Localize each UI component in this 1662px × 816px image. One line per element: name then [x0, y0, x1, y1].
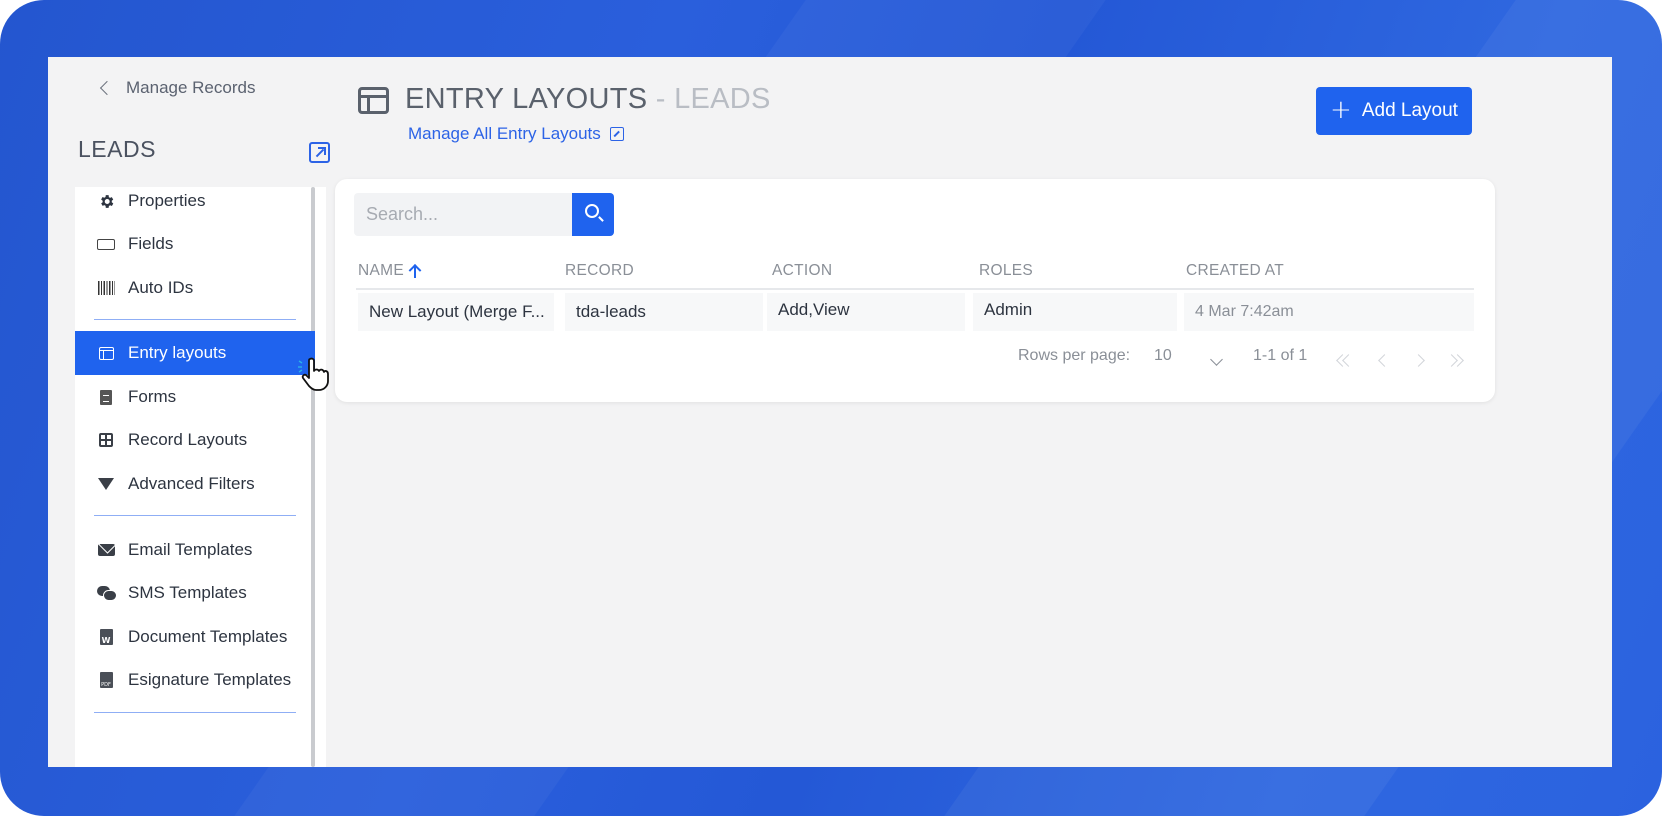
- cell-record: tda-leads: [565, 293, 763, 331]
- sidebar-item-label: Email Templates: [128, 540, 253, 559]
- search-input[interactable]: [354, 193, 572, 236]
- sidebar-item-label: Document Templates: [128, 627, 288, 646]
- sidebar-item-label: Advanced Filters: [128, 474, 255, 493]
- back-to-manage-records-link[interactable]: Manage Records: [98, 78, 255, 98]
- sidebar-divider: [94, 712, 296, 713]
- mail-icon: [96, 540, 116, 560]
- column-header-record[interactable]: RECORD: [565, 262, 634, 280]
- sidebar-item-label: Forms: [128, 387, 177, 406]
- column-header-action[interactable]: ACTION: [772, 262, 832, 280]
- filter-icon: [96, 474, 116, 494]
- hand-pointer-cursor-icon: [298, 357, 329, 391]
- chevron-down-icon[interactable]: [1210, 353, 1223, 366]
- sidebar-item-label: SMS Templates: [128, 583, 247, 602]
- sidebar-item-auto-ids[interactable]: Auto IDs: [75, 266, 315, 310]
- barcode-icon: [96, 278, 116, 298]
- sidebar-item-label: Fields: [128, 234, 174, 253]
- next-page-button[interactable]: [1408, 351, 1432, 371]
- search-button[interactable]: [572, 193, 614, 236]
- open-external-icon[interactable]: [309, 142, 330, 163]
- sidebar-item-fields[interactable]: Fields: [75, 222, 315, 266]
- sidebar-item-properties[interactable]: Properties: [75, 179, 315, 223]
- cell-action: Add,View: [767, 293, 965, 331]
- sidebar-item-label: Auto IDs: [128, 278, 194, 297]
- sidebar-item-label: Entry layouts: [128, 343, 227, 362]
- sidebar-item-entry-layouts[interactable]: Entry layouts: [75, 331, 315, 375]
- pdf-icon: PDF: [96, 670, 116, 690]
- pagination-range: 1-1 of 1: [1253, 347, 1308, 364]
- page-title-sub: - LEADS: [647, 83, 771, 115]
- add-layout-button[interactable]: + Add Layout: [1316, 87, 1472, 135]
- word-doc-icon: W: [96, 627, 116, 647]
- sidebar-item-label: Properties: [128, 191, 206, 210]
- grid-icon: [96, 430, 116, 450]
- cell-name: New Layout (Merge F...: [358, 293, 554, 331]
- plus-icon: +: [1330, 95, 1352, 125]
- app-window: Manage Records LEADS Properties Fields A…: [48, 57, 1612, 767]
- cell-created-at: 4 Mar 7:42am: [1184, 293, 1474, 331]
- sidebar-item-esignature-templates[interactable]: PDF Esignature Templates: [75, 658, 315, 702]
- sidebar-item-label: Esignature Templates: [128, 670, 292, 689]
- entry-layouts-card: NAME RECORD ACTION ROLES CREATED AT New …: [335, 179, 1495, 402]
- sidebar-item-forms[interactable]: Forms: [75, 375, 315, 419]
- sidebar-item-record-layouts[interactable]: Record Layouts: [75, 418, 315, 462]
- external-link-icon: [609, 127, 624, 141]
- arrow-up-icon: [408, 263, 422, 279]
- search-icon: [585, 204, 599, 218]
- rows-per-page-label: Rows per page:: [1018, 347, 1131, 364]
- manage-all-entry-layouts-link[interactable]: Manage All Entry Layouts: [408, 124, 624, 144]
- entry-layout-icon: [358, 87, 389, 114]
- header-divider: [356, 288, 1474, 290]
- sidebar-item-advanced-filters[interactable]: Advanced Filters: [75, 462, 315, 506]
- sidebar-divider: [94, 319, 296, 320]
- sidebar-title: LEADS: [78, 136, 156, 162]
- last-page-button[interactable]: [1444, 351, 1468, 371]
- first-page-button[interactable]: [1334, 351, 1358, 371]
- rows-per-page-select[interactable]: 10: [1154, 347, 1172, 365]
- manage-all-label: Manage All Entry Layouts: [408, 124, 601, 143]
- chevron-left-icon: [99, 80, 115, 96]
- previous-page-button[interactable]: [1372, 351, 1396, 371]
- sidebar-item-label: Record Layouts: [128, 430, 248, 449]
- column-header-name[interactable]: NAME: [358, 262, 422, 280]
- layout-icon: [96, 343, 116, 363]
- back-link-label: Manage Records: [126, 78, 256, 97]
- sidebar-divider: [94, 515, 296, 516]
- cell-roles: Admin: [973, 293, 1177, 331]
- page-title: ENTRY LAYOUTS - LEADS: [405, 83, 771, 116]
- page-title-main: ENTRY LAYOUTS: [405, 83, 648, 115]
- document-icon: [96, 387, 116, 407]
- column-header-roles[interactable]: ROLES: [979, 262, 1033, 280]
- table-row[interactable]: New Layout (Merge F... tda-leads Add,Vie…: [356, 291, 1474, 333]
- background-frame: Manage Records LEADS Properties Fields A…: [0, 0, 1662, 816]
- field-icon: [96, 234, 116, 254]
- add-layout-label: Add Layout: [1361, 100, 1458, 121]
- chat-icon: [96, 583, 117, 603]
- gear-icon: [96, 191, 116, 211]
- column-header-created-at[interactable]: CREATED AT: [1186, 262, 1284, 280]
- sidebar-item-email-templates[interactable]: Email Templates: [75, 528, 315, 572]
- sidebar-item-document-templates[interactable]: W Document Templates: [75, 615, 315, 659]
- sidebar-item-sms-templates[interactable]: SMS Templates: [75, 571, 315, 615]
